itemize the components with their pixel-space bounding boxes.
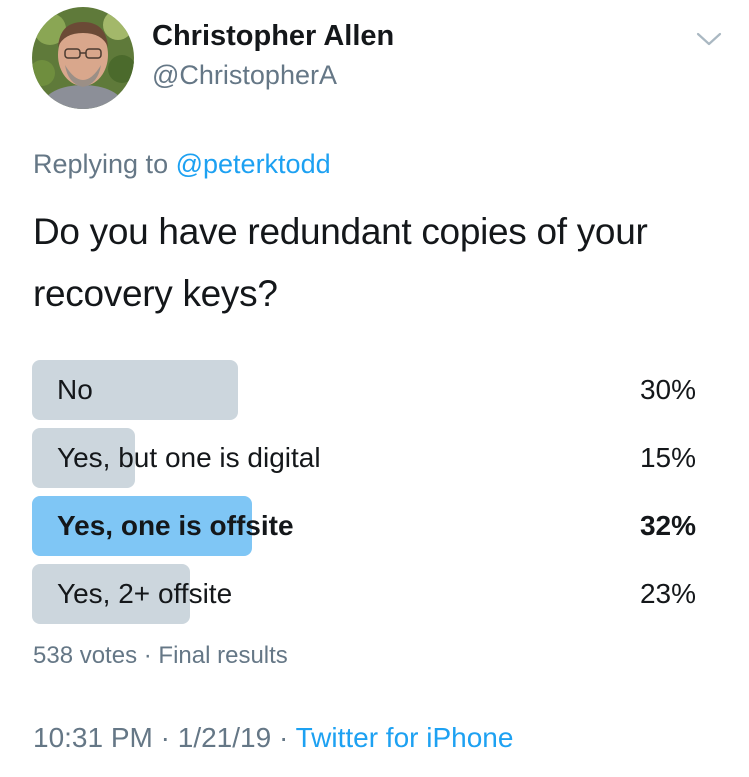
poll-option-percent: 23%	[639, 578, 696, 609]
profile-photo	[32, 7, 134, 109]
poll-option: Yes, one is offsite 32%	[32, 496, 696, 556]
tweet-time: 10:31 PM	[33, 722, 153, 753]
poll-option: Yes, 2+ offsite 23%	[32, 564, 696, 624]
poll-option-label: Yes, 2+ offsite	[57, 578, 233, 609]
poll-meta-separator: ·	[143, 642, 152, 669]
poll-meta: 538 votes · Final results	[33, 642, 288, 670]
poll-option-label: Yes, one is offsite	[57, 510, 294, 541]
tweet-source-link[interactable]: Twitter for iPhone	[296, 722, 514, 753]
replying-to-label: Replying to	[33, 149, 169, 179]
chevron-down-icon[interactable]	[696, 28, 722, 50]
poll-option: No 30%	[32, 360, 696, 420]
timestamp-separator: ·	[278, 722, 289, 753]
timestamp-separator: ·	[160, 722, 170, 753]
tweet-timestamp: 10:31 PM · 1/21/19 · Twitter for iPhone	[33, 722, 513, 754]
poll-votes: 538 votes	[33, 642, 138, 669]
tweet-date: 1/21/19	[177, 722, 272, 753]
replying-to: Replying to @peterktodd	[33, 149, 331, 180]
reply-mention-link[interactable]: @peterktodd	[176, 149, 331, 179]
author-name[interactable]: Christopher Allen	[152, 20, 394, 53]
poll-option: Yes, but one is digital 15%	[32, 428, 696, 488]
poll-option-label: No	[57, 374, 93, 405]
avatar[interactable]	[32, 7, 134, 109]
poll-status: Final results	[158, 642, 288, 669]
tweet-text: Do you have redundant copies of your rec…	[33, 211, 648, 314]
poll-option-percent: 32%	[639, 510, 696, 541]
poll-option-label: Yes, but one is digital	[57, 442, 321, 473]
poll-option-percent: 15%	[639, 442, 696, 473]
poll-option-percent: 30%	[639, 374, 696, 405]
author-handle[interactable]: @ChristopherA	[152, 60, 337, 91]
